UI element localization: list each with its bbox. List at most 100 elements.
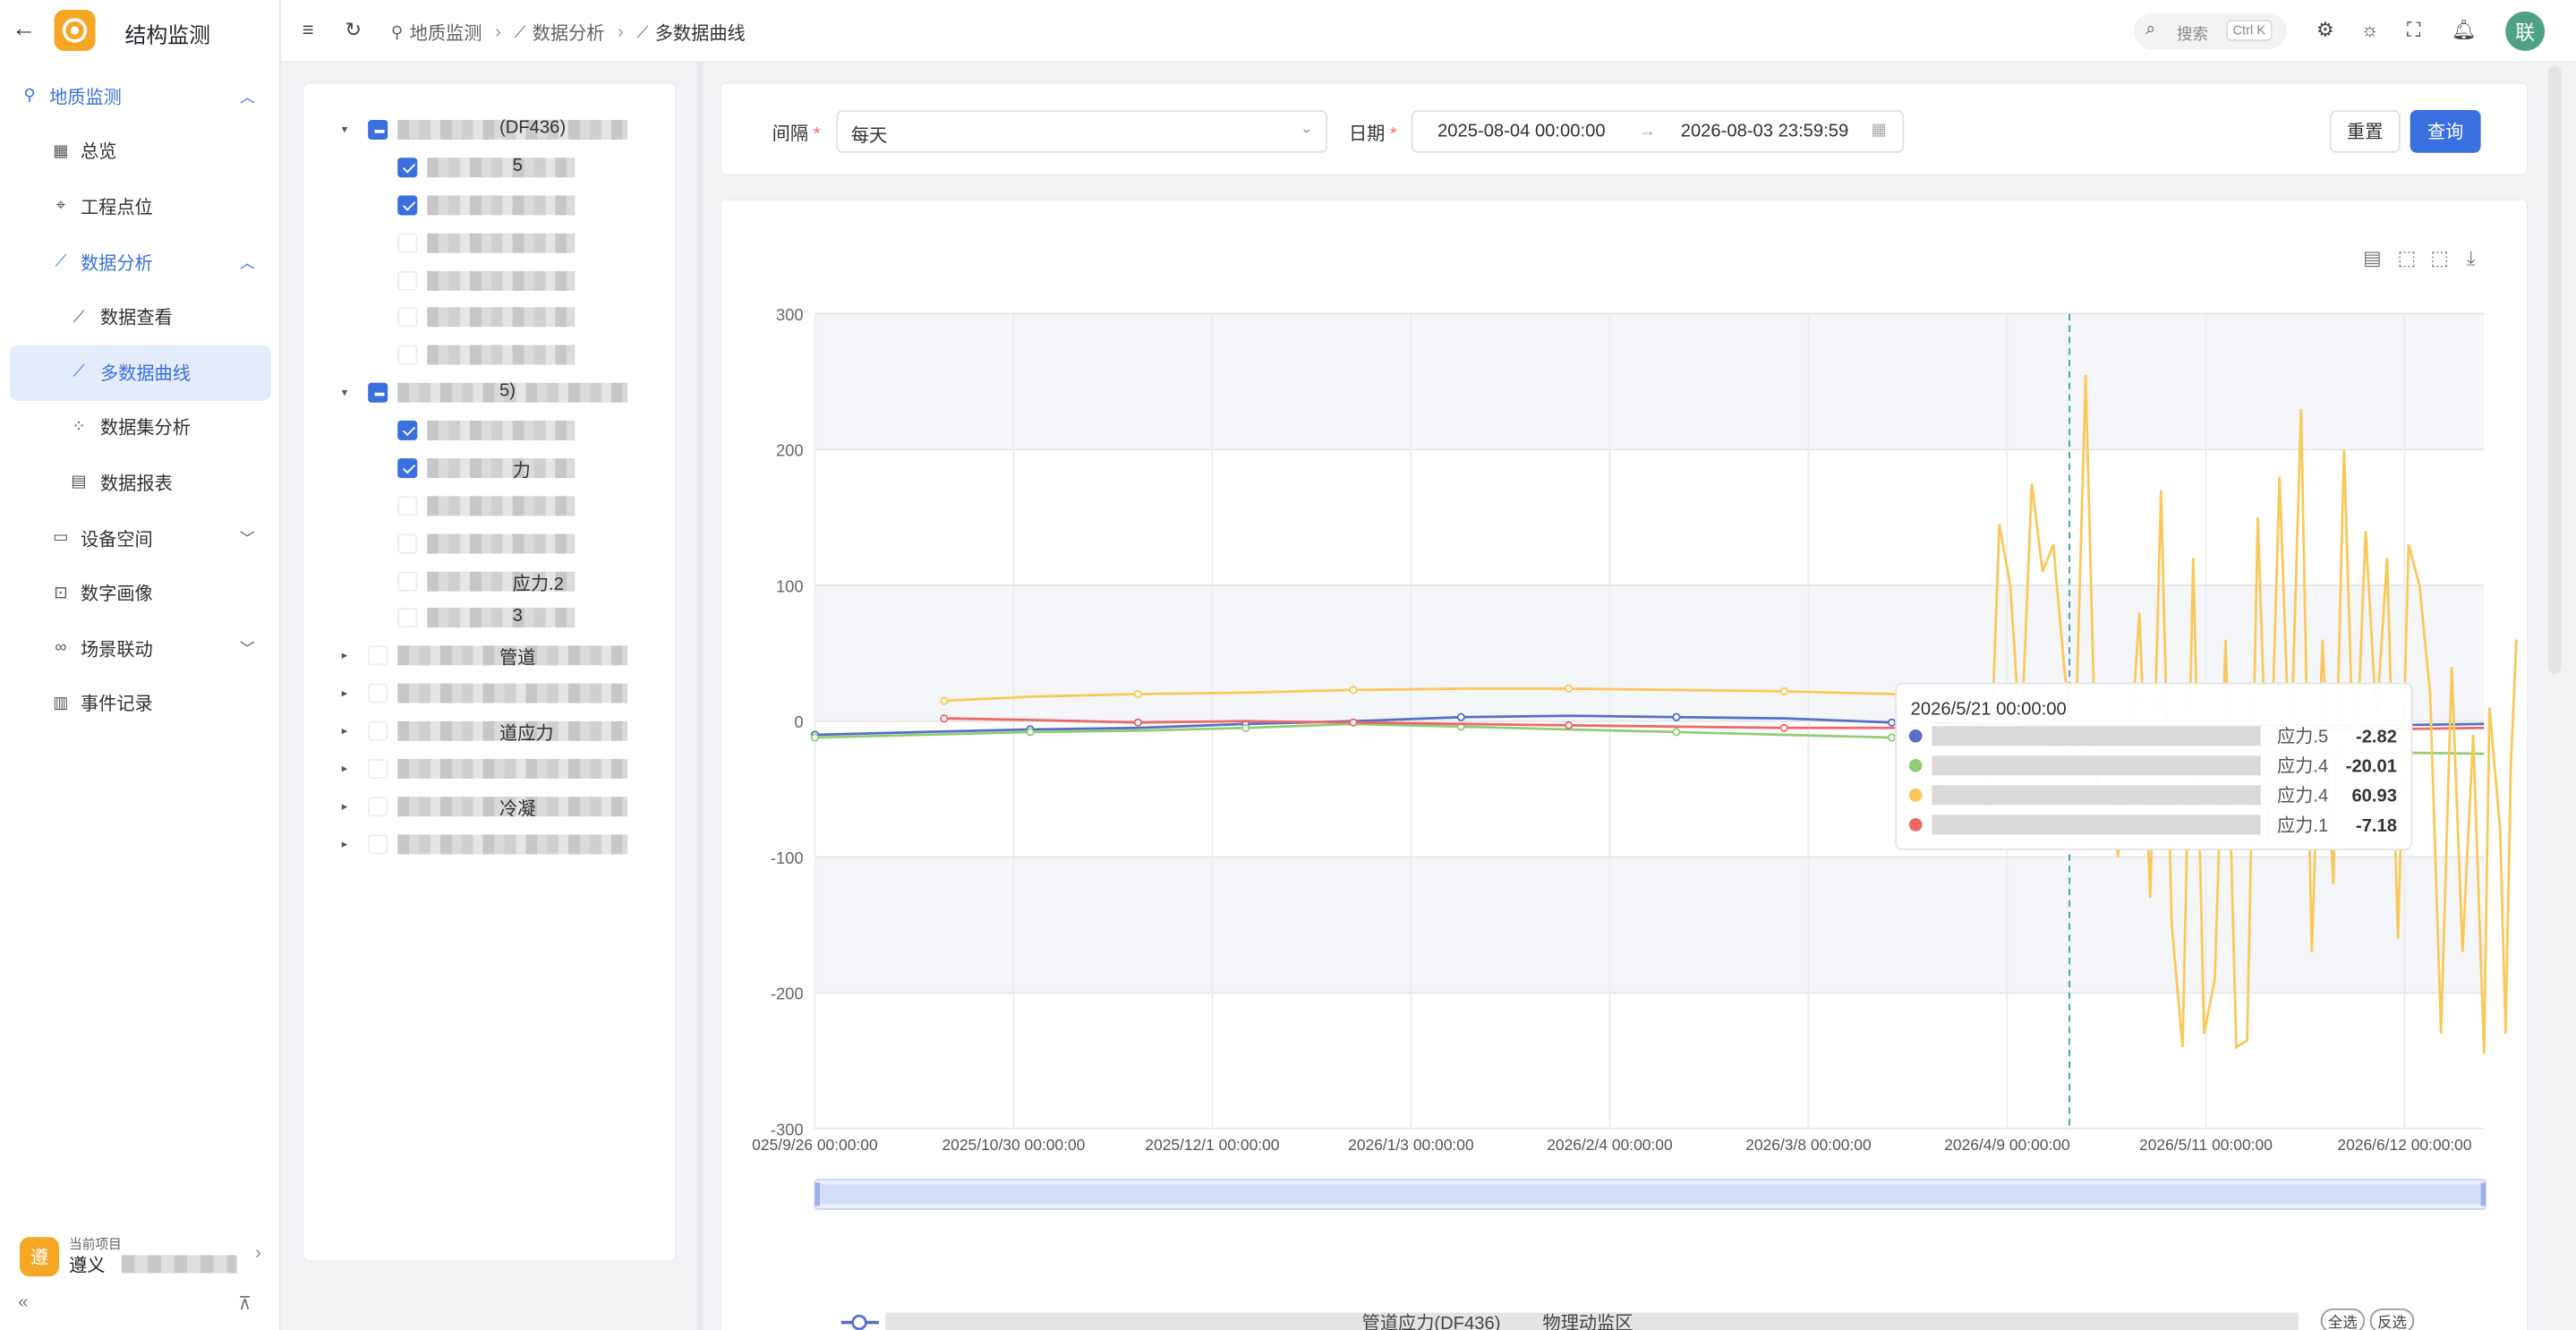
- tree-node[interactable]: [304, 531, 666, 557]
- tree-node[interactable]: [304, 304, 666, 330]
- sidebar-item[interactable]: ▦ 总览: [0, 124, 281, 180]
- x-tick-label: 2025/10/30 00:00:00: [942, 1136, 1085, 1154]
- tree-node[interactable]: 5: [304, 155, 666, 181]
- tree-checkbox[interactable]: [397, 420, 418, 440]
- back-arrow-icon[interactable]: ←: [12, 15, 37, 42]
- tree-node[interactable]: [304, 192, 666, 218]
- pin-icon: ⌖: [55, 198, 66, 217]
- collapse-sidebar-icon[interactable]: «: [18, 1293, 28, 1313]
- current-project[interactable]: 遵 当前项目 遵义 ›: [13, 1225, 269, 1284]
- sidebar-item[interactable]: ⟋ 数据查看: [0, 290, 281, 345]
- bell-icon[interactable]: 🔔︎: [2452, 18, 2477, 41]
- page-scrollbar[interactable]: [2547, 65, 2562, 674]
- tree-node[interactable]: [304, 493, 666, 519]
- sidebar-item[interactable]: ⟋ 多数据曲线: [10, 345, 271, 401]
- theme-sun-icon[interactable]: ☼: [2361, 18, 2379, 41]
- tree-checkbox[interactable]: [368, 645, 388, 666]
- tree-checkbox[interactable]: [368, 720, 388, 741]
- tree-checkbox[interactable]: [397, 270, 418, 291]
- tree-checkbox[interactable]: [397, 496, 418, 516]
- caret-right-icon[interactable]: ▸: [342, 724, 358, 737]
- select-all-button[interactable]: 全选: [2328, 1314, 2358, 1330]
- tree-checkbox[interactable]: [397, 571, 418, 592]
- menu-toggle-icon[interactable]: ≡: [303, 18, 314, 41]
- tree-checkbox[interactable]: [368, 759, 388, 780]
- tree-node[interactable]: ▸ 管道: [304, 643, 666, 669]
- tree-checkbox[interactable]: [397, 195, 418, 216]
- search-box[interactable]: ⌕ 搜索 Ctrl K: [2134, 13, 2288, 50]
- sidebar-item[interactable]: ⌖ 工程点位: [0, 179, 281, 234]
- date-range-picker[interactable]: 2025-08-04 00:00:00 → 2026-08-03 23:59:5…: [1411, 109, 1905, 153]
- tree-node[interactable]: ▸: [304, 831, 666, 857]
- tree-node[interactable]: 3: [304, 604, 666, 630]
- location-icon: ⚲: [390, 23, 404, 42]
- sidebar-item[interactable]: ⟋ 数据分析 ︿: [0, 234, 281, 290]
- tree-node[interactable]: [304, 342, 666, 368]
- tree-node[interactable]: 应力.2: [304, 568, 666, 594]
- pin-icon[interactable]: ⊼: [238, 1293, 252, 1314]
- tree-node[interactable]: [304, 230, 666, 256]
- series-point: [1887, 718, 1897, 727]
- breadcrumb-item[interactable]: 地质监测: [410, 20, 482, 46]
- tree-checkbox[interactable]: [397, 608, 418, 628]
- y-tick-label: -200: [771, 985, 804, 1003]
- tree-checkbox[interactable]: [397, 533, 418, 554]
- tooltip-name-redacted: [1932, 814, 2261, 835]
- caret-down-icon[interactable]: ▾: [342, 386, 358, 399]
- tree-node[interactable]: ▸: [304, 680, 666, 706]
- sidebar-item[interactable]: ▥ 事件记录: [0, 676, 281, 731]
- chevron-right-icon[interactable]: ›: [255, 1243, 261, 1263]
- date-start[interactable]: 2025-08-04 00:00:00: [1437, 122, 1606, 141]
- caret-right-icon[interactable]: ▸: [342, 686, 358, 700]
- query-button[interactable]: 查询: [2410, 109, 2481, 153]
- panel-splitter[interactable]: [696, 62, 704, 1330]
- data-view-icon[interactable]: ▤: [2363, 247, 2382, 269]
- sidebar-item[interactable]: ▤ 数据报表: [0, 456, 281, 511]
- caret-right-icon[interactable]: ▸: [342, 800, 358, 814]
- tree-checkbox[interactable]: [397, 307, 418, 328]
- tree-node[interactable]: ▸ 冷凝: [304, 794, 666, 820]
- caret-right-icon[interactable]: ▸: [342, 838, 358, 851]
- sidebar-item[interactable]: ⁘ 数据集分析: [0, 400, 281, 456]
- tree-node[interactable]: ▸: [304, 755, 666, 781]
- avatar[interactable]: 联: [2505, 11, 2546, 51]
- breadcrumb-separator: ›: [495, 22, 501, 43]
- tree-checkbox[interactable]: [368, 797, 388, 817]
- refresh-icon[interactable]: ↻: [345, 18, 361, 41]
- tree-checkbox[interactable]: [397, 233, 418, 253]
- caret-right-icon[interactable]: ▸: [342, 763, 358, 776]
- fullscreen-icon[interactable]: ⛶: [2407, 18, 2420, 43]
- tree-node[interactable]: [304, 417, 666, 443]
- tree-checkbox[interactable]: [397, 458, 418, 479]
- legend-marker: [851, 1314, 867, 1330]
- tree-checkbox[interactable]: [368, 382, 388, 403]
- zoom-icon[interactable]: ⬚: [2398, 247, 2417, 269]
- sidebar-item[interactable]: ▭ 设备空间 ﹀: [0, 510, 281, 566]
- x-tick-label: 2026/1/3 00:00:00: [1348, 1136, 1474, 1154]
- tree-node[interactable]: [304, 268, 666, 294]
- tree-node[interactable]: ▾ 5): [304, 379, 666, 405]
- breadcrumb-item[interactable]: 数据分析: [533, 20, 605, 46]
- date-end[interactable]: 2026-08-03 23:59:59: [1681, 122, 1849, 141]
- tree-checkbox[interactable]: [397, 345, 418, 365]
- sidebar-item[interactable]: ∞ 场景联动 ﹀: [0, 621, 281, 677]
- reset-button[interactable]: 重置: [2329, 109, 2401, 153]
- settings-gear-icon[interactable]: ⚙: [2316, 18, 2334, 41]
- caret-right-icon[interactable]: ▸: [342, 649, 358, 662]
- chevron-down-icon: ⌄: [1300, 119, 1313, 137]
- invert-selection-button[interactable]: 反选: [2377, 1314, 2407, 1330]
- sidebar-item[interactable]: ⚲ 地质监测 ︿: [0, 69, 281, 124]
- caret-down-icon[interactable]: ▾: [342, 124, 358, 136]
- tree-node[interactable]: ▸ 道应力: [304, 718, 666, 744]
- sidebar-item[interactable]: ⊡ 数字画像: [0, 566, 281, 621]
- zoom-reset-icon[interactable]: ⬚: [2430, 247, 2449, 269]
- tree-node[interactable]: 力: [304, 455, 666, 482]
- download-icon[interactable]: ⤓: [2467, 247, 2476, 269]
- tree-label-redacted: [397, 683, 628, 703]
- tree-checkbox[interactable]: [368, 119, 388, 141]
- tree-checkbox[interactable]: [397, 158, 418, 178]
- interval-select[interactable]: 每天 ⌄: [836, 109, 1328, 153]
- tree-checkbox[interactable]: [368, 834, 388, 855]
- tree-checkbox[interactable]: [368, 683, 388, 703]
- tree-node[interactable]: ▾ (DF436): [304, 116, 666, 142]
